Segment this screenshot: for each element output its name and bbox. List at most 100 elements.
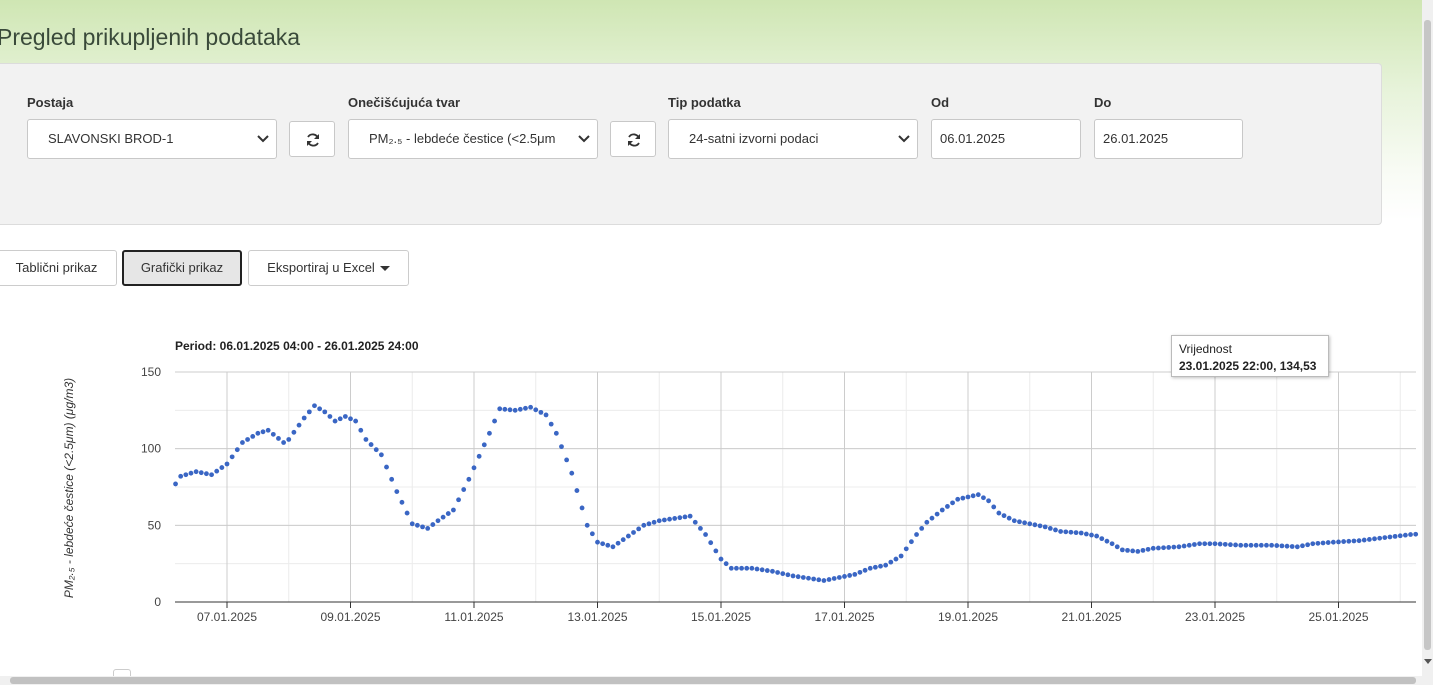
x-tick-label: 23.01.2025 [1185, 610, 1245, 624]
data-point [1402, 532, 1408, 538]
data-point [1068, 529, 1074, 535]
data-point [425, 526, 431, 531]
data-point [384, 464, 389, 470]
pollutant-select-value: PM₂.₅ - lebdeće čestice (<2.5μm [369, 131, 556, 146]
data-point [723, 561, 729, 567]
data-point [1109, 541, 1115, 547]
data-point [625, 533, 631, 539]
pollutant-refresh-button[interactable] [610, 121, 656, 157]
data-point [204, 471, 209, 477]
chart-series [173, 403, 1419, 583]
data-point [770, 568, 775, 574]
data-type-select-value: 24-satni izvorni podaci [689, 131, 819, 146]
data-point [749, 565, 755, 571]
data-point [1294, 544, 1300, 550]
data-point [847, 573, 853, 578]
tooltip-title: Vrijednost [1179, 342, 1232, 356]
data-point [1042, 524, 1048, 530]
data-point [795, 574, 801, 580]
data-type-label: Tip podatka [668, 95, 741, 110]
data-point [358, 427, 364, 433]
data-point [605, 542, 611, 548]
data-point [378, 452, 384, 458]
data-point [939, 507, 945, 513]
data-point [661, 517, 667, 523]
x-tick-label: 21.01.2025 [1061, 610, 1121, 624]
y-tick-label: 150 [141, 365, 161, 379]
data-point [703, 532, 708, 537]
data-point [1145, 546, 1151, 552]
data-point [759, 567, 765, 573]
from-date-input[interactable]: 06.01.2025 [931, 119, 1081, 159]
data-point [312, 403, 317, 409]
chart-view-button[interactable]: Grafički prikaz [122, 250, 242, 286]
data-point [728, 565, 734, 571]
data-point [785, 572, 791, 578]
data-point [456, 497, 461, 503]
data-point [451, 507, 456, 513]
data-point [440, 514, 446, 520]
to-date-input[interactable]: 26.01.2025 [1094, 119, 1243, 159]
data-point [667, 516, 672, 522]
export-excel-button[interactable]: Eksportiraj u Excel [248, 250, 409, 286]
data-point [492, 418, 497, 424]
data-point [317, 406, 323, 412]
data-point [651, 519, 657, 525]
data-point [960, 495, 966, 501]
horizontal-scrollbar-thumb[interactable] [10, 677, 1416, 684]
data-point [173, 481, 178, 487]
data-point [1382, 535, 1388, 540]
data-point [255, 430, 261, 436]
data-point [1356, 538, 1362, 544]
data-point [240, 440, 245, 445]
refresh-icon [628, 133, 640, 147]
table-view-button[interactable]: Tablični prikaz [0, 250, 117, 286]
data-point [672, 516, 678, 521]
data-point [368, 442, 374, 447]
data-point [1181, 543, 1187, 549]
data-point [636, 526, 642, 532]
data-point [1207, 541, 1213, 547]
chevron-down-icon [898, 135, 910, 143]
station-select[interactable]: SLAVONSKI BROD-1 [27, 119, 277, 159]
data-point [1351, 538, 1357, 544]
data-point [245, 437, 250, 442]
data-point [281, 440, 287, 445]
station-refresh-button[interactable] [289, 121, 335, 157]
data-point [811, 576, 817, 582]
x-tick-label: 07.01.2025 [197, 610, 257, 624]
data-point [1192, 542, 1197, 547]
data-point [862, 567, 868, 573]
from-label: Od [931, 95, 950, 110]
data-type-select[interactable]: 24-satni izvorni podaci [668, 119, 918, 159]
data-point [744, 565, 750, 571]
data-point [903, 546, 909, 552]
data-point [950, 500, 955, 506]
data-point [878, 563, 883, 569]
x-tick-label: 19.01.2025 [938, 610, 998, 624]
y-tick-label: 100 [141, 442, 161, 456]
data-point [610, 544, 616, 550]
scroll-down-arrow-icon[interactable] [1424, 659, 1432, 664]
data-point [1408, 532, 1413, 537]
data-point [1366, 537, 1372, 542]
data-point [1011, 518, 1017, 524]
data-point [1006, 515, 1012, 521]
pollutant-select[interactable]: PM₂.₅ - lebdeće čestice (<2.5μm [348, 119, 598, 159]
data-point [991, 504, 997, 510]
data-point [1289, 544, 1295, 549]
data-point [445, 511, 451, 516]
data-point [1150, 545, 1156, 551]
data-point [867, 565, 873, 571]
data-point [677, 515, 683, 521]
data-point [414, 522, 420, 528]
data-point [574, 488, 580, 493]
data-point [219, 465, 225, 470]
data-point [409, 521, 415, 527]
data-point [1197, 541, 1202, 547]
data-point [523, 405, 528, 411]
data-point [1171, 544, 1177, 550]
data-point [1032, 522, 1038, 528]
data-point [620, 537, 626, 543]
vertical-scrollbar-thumb[interactable] [1424, 20, 1431, 650]
